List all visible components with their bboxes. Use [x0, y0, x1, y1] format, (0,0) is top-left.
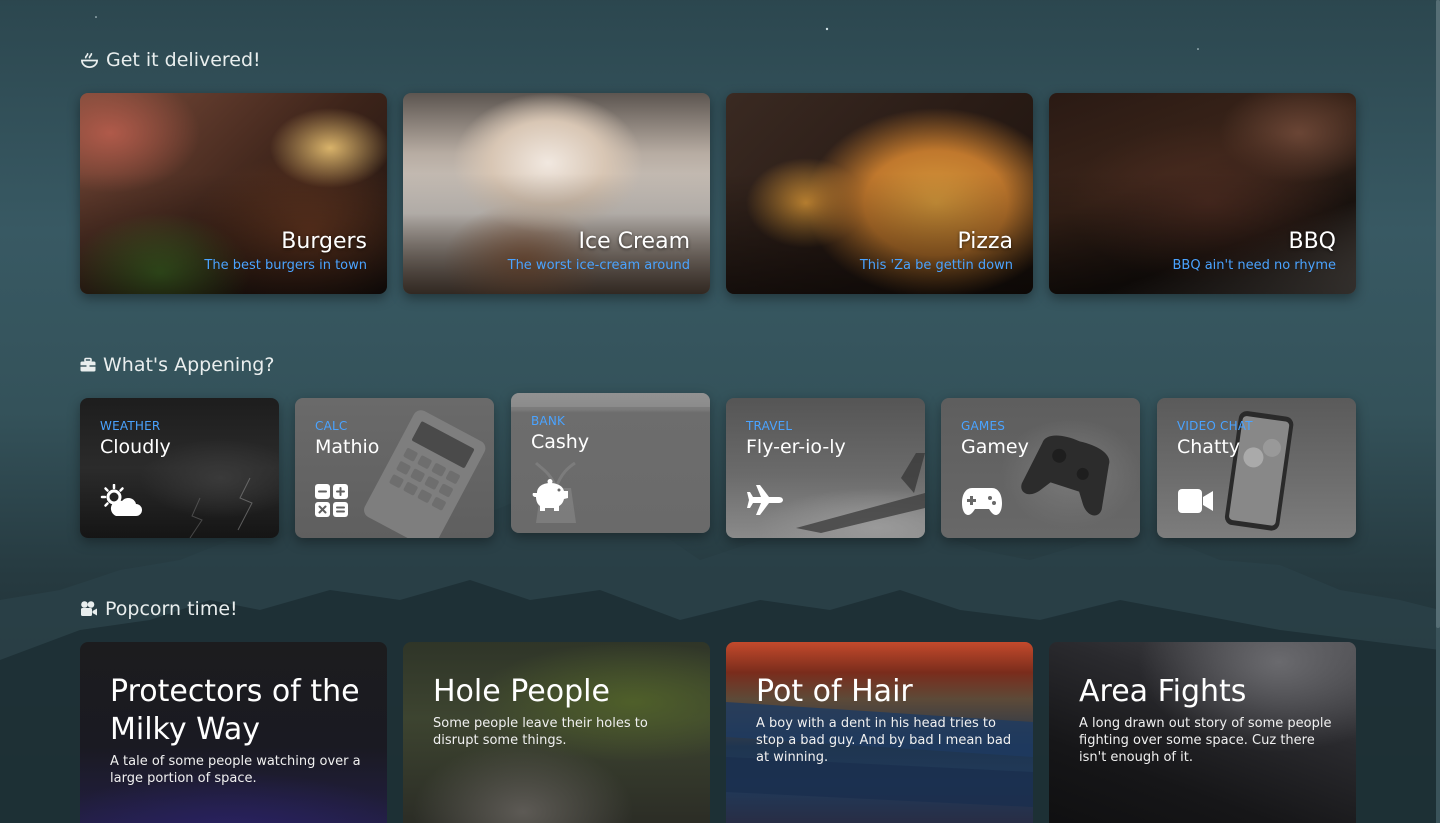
- food-bowl-icon: [80, 51, 99, 70]
- app-card-travel[interactable]: TRAVEL Fly-er-io-ly: [726, 398, 925, 538]
- app-name: Chatty: [1177, 436, 1241, 458]
- movie-title: Area Fights: [1079, 674, 1247, 709]
- section-title-delivery: Get it delivered!: [80, 49, 261, 71]
- food-title: BBQ: [1288, 229, 1336, 254]
- scrollbar[interactable]: [1436, 0, 1440, 823]
- app-category: VIDEO CHAT: [1177, 419, 1253, 433]
- video-camera-icon: [80, 600, 98, 618]
- food-card-ice-cream[interactable]: Ice Cream The worst ice-cream around: [403, 93, 710, 294]
- app-card-video-chat[interactable]: VIDEO CHAT Chatty: [1157, 398, 1356, 538]
- movie-card-hole-people[interactable]: Hole People Some people leave their hole…: [403, 642, 710, 823]
- section-title-text: Get it delivered!: [106, 49, 261, 71]
- sun-cloud-icon: [100, 483, 142, 518]
- section-title-text: What's Appening?: [103, 354, 275, 376]
- app-card-games[interactable]: GAMES Gamey: [941, 398, 1140, 538]
- movie-title: Pot of Hair: [756, 674, 913, 709]
- scrollbar-thumb[interactable]: [1436, 0, 1440, 628]
- food-card-bbq[interactable]: BBQ BBQ ain't need no rhyme: [1049, 93, 1356, 294]
- movie-card-pot-of-hair[interactable]: Pot of Hair A boy with a dent in his hea…: [726, 642, 1033, 823]
- piggy-bank-icon: [531, 479, 573, 513]
- movie-description: A boy with a dent in his head tries to s…: [756, 716, 1012, 765]
- food-subtitle: The worst ice-cream around: [507, 258, 690, 273]
- food-title: Ice Cream: [578, 229, 690, 254]
- app-name: Fly-er-io-ly: [746, 436, 846, 458]
- movie-card-area-fights[interactable]: Area Fights A long drawn out story of so…: [1049, 642, 1356, 823]
- movie-description: A tale of some people watching over a la…: [110, 754, 361, 786]
- app-name: Cashy: [531, 431, 590, 453]
- app-category: GAMES: [961, 419, 1006, 433]
- app-card-bank[interactable]: BANK Cashy: [511, 393, 710, 533]
- app-card-calc[interactable]: CALC Mathio: [295, 398, 494, 538]
- app-category: WEATHER: [100, 419, 161, 433]
- plane-icon: [746, 484, 788, 518]
- food-title: Burgers: [281, 229, 367, 254]
- food-card-pizza[interactable]: Pizza This 'Za be gettin down: [726, 93, 1033, 294]
- food-title: Pizza: [957, 229, 1013, 254]
- video-icon: [1177, 484, 1219, 518]
- app-name: Gamey: [961, 436, 1029, 458]
- movie-description: A long drawn out story of some people fi…: [1079, 716, 1332, 765]
- section-title-apps: What's Appening?: [80, 354, 274, 376]
- movie-card-protectors[interactable]: Protectors of the Milky Way A tale of so…: [80, 642, 387, 823]
- food-subtitle: This 'Za be gettin down: [859, 258, 1013, 273]
- toolbox-icon: [80, 357, 96, 373]
- section-title-movies: Popcorn time!: [80, 598, 238, 620]
- movie-description: Some people leave their holes to disrupt…: [433, 716, 648, 748]
- movie-title: Hole People: [433, 674, 610, 709]
- food-card-burgers[interactable]: Burgers The best burgers in town: [80, 93, 387, 294]
- app-category: CALC: [315, 419, 348, 433]
- app-category: BANK: [531, 414, 566, 428]
- app-name: Cloudly: [100, 436, 171, 458]
- gamepad-icon: [961, 484, 1003, 518]
- food-subtitle: BBQ ain't need no rhyme: [1172, 258, 1336, 273]
- app-card-weather[interactable]: WEATHER Cloudly: [80, 398, 279, 538]
- app-category: TRAVEL: [746, 419, 793, 433]
- app-name: Mathio: [315, 436, 380, 458]
- section-title-text: Popcorn time!: [105, 598, 238, 620]
- food-subtitle: The best burgers in town: [204, 258, 367, 273]
- movie-title: Protectors of the Milky Way: [110, 674, 360, 747]
- calculator-icon: [315, 484, 357, 518]
